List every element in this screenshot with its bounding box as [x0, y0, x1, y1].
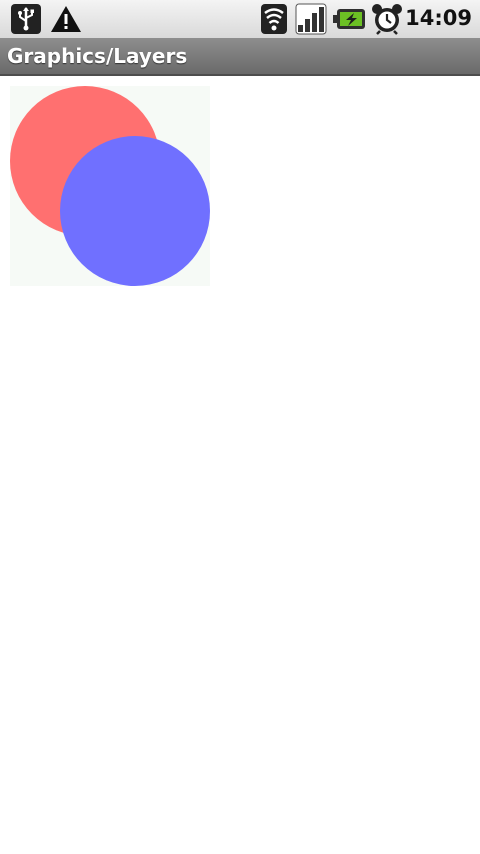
warning-icon	[50, 3, 82, 35]
content-area	[0, 78, 480, 854]
status-time: 14:09	[405, 6, 472, 30]
wifi-icon	[258, 3, 290, 35]
blue-circle	[60, 136, 210, 286]
layers-canvas	[10, 86, 210, 286]
page-title: Graphics/Layers	[7, 44, 188, 68]
alarm-icon	[371, 3, 403, 35]
status-bar: 14:09	[0, 0, 480, 39]
battery-charging-icon	[333, 3, 365, 35]
layers-drawing	[10, 86, 210, 286]
signal-icon	[295, 3, 327, 35]
title-bar: Graphics/Layers	[0, 38, 480, 76]
usb-icon	[10, 3, 42, 35]
